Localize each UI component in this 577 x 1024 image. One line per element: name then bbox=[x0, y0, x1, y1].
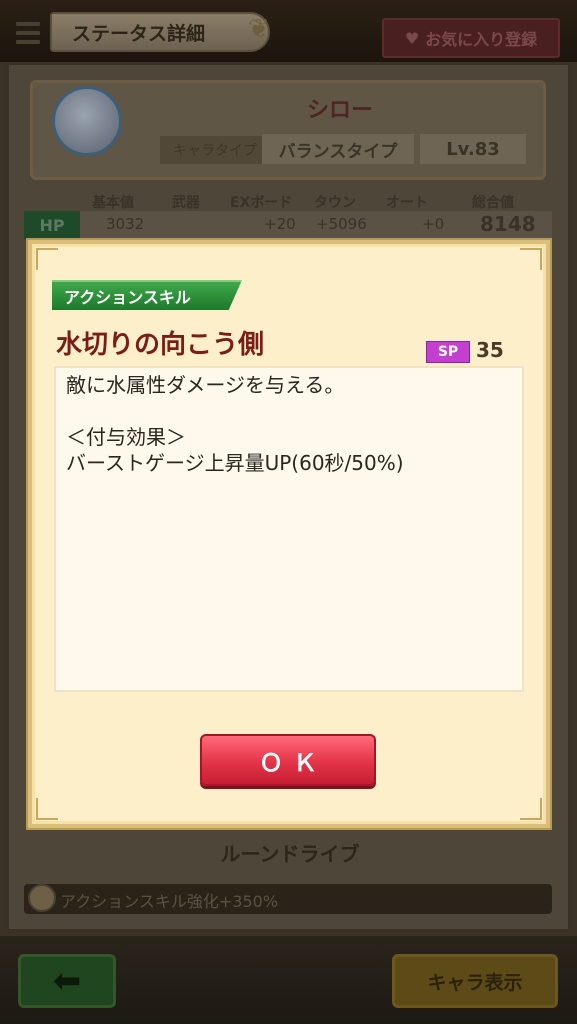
ok-button[interactable]: ＯＫ bbox=[200, 734, 376, 786]
stat-header-town: タウン bbox=[314, 195, 356, 211]
favorite-button[interactable]: ♥ お気に入り登録 bbox=[382, 18, 560, 58]
hp-row: 3032 +20 +5096 +0 8148 bbox=[24, 211, 552, 239]
hp-base: 3032 bbox=[106, 215, 145, 233]
page-title: ステータス詳細 bbox=[50, 12, 270, 52]
corner-ornament bbox=[520, 798, 542, 820]
stat-headers: 基本値 武器 EXボード タウン オート 総合値 bbox=[78, 192, 554, 212]
sp-badge: SP bbox=[426, 341, 470, 363]
arrow-left-icon: ⬅ bbox=[52, 961, 82, 1001]
hp-town: +5096 bbox=[316, 215, 367, 233]
rune-drive-title: ルーンドライブ bbox=[220, 842, 360, 866]
character-level: Lv.83 bbox=[420, 134, 526, 164]
stat-header-weapon: 武器 bbox=[172, 195, 200, 211]
hp-exboard: +20 bbox=[264, 215, 296, 233]
heart-icon: ♥ bbox=[404, 28, 420, 48]
chara-type-value: バランスタイプ bbox=[262, 134, 414, 164]
chara-display-button[interactable]: キャラ表示 bbox=[392, 954, 558, 1008]
stat-header-exboard: EXボード bbox=[230, 195, 293, 211]
stat-header-auto: オート bbox=[386, 195, 428, 211]
skill-description: 敵に水属性ダメージを与える。 ＜付与効果＞ バーストゲージ上昇量UP(60秒/5… bbox=[54, 366, 524, 692]
hp-auto: +0 bbox=[422, 215, 445, 233]
stat-header-total: 総合値 bbox=[472, 195, 514, 211]
back-button[interactable]: ⬅ bbox=[18, 954, 116, 1008]
hp-label: HP bbox=[24, 211, 80, 239]
corner-ornament bbox=[520, 248, 542, 270]
ornament-icon: ❦ bbox=[248, 14, 270, 44]
stat-header-base: 基本値 bbox=[92, 195, 134, 211]
favorite-label: お気に入り登録 bbox=[425, 30, 538, 49]
menu-icon[interactable] bbox=[8, 14, 48, 52]
rune-gear-icon bbox=[28, 884, 56, 912]
character-name: シロー bbox=[306, 98, 373, 123]
rune-effect-text: アクションスキル強化+350% bbox=[60, 892, 279, 911]
corner-ornament bbox=[36, 798, 58, 820]
skill-name: 水切りの向こう側 bbox=[56, 330, 265, 360]
skill-type-tag: アクションスキル bbox=[52, 280, 242, 310]
corner-ornament bbox=[36, 248, 58, 270]
sp-value: 35 bbox=[476, 338, 504, 362]
character-avatar bbox=[52, 86, 122, 156]
hp-total: 8148 bbox=[480, 212, 536, 236]
chara-type-label: キャラタイプ bbox=[160, 136, 270, 164]
